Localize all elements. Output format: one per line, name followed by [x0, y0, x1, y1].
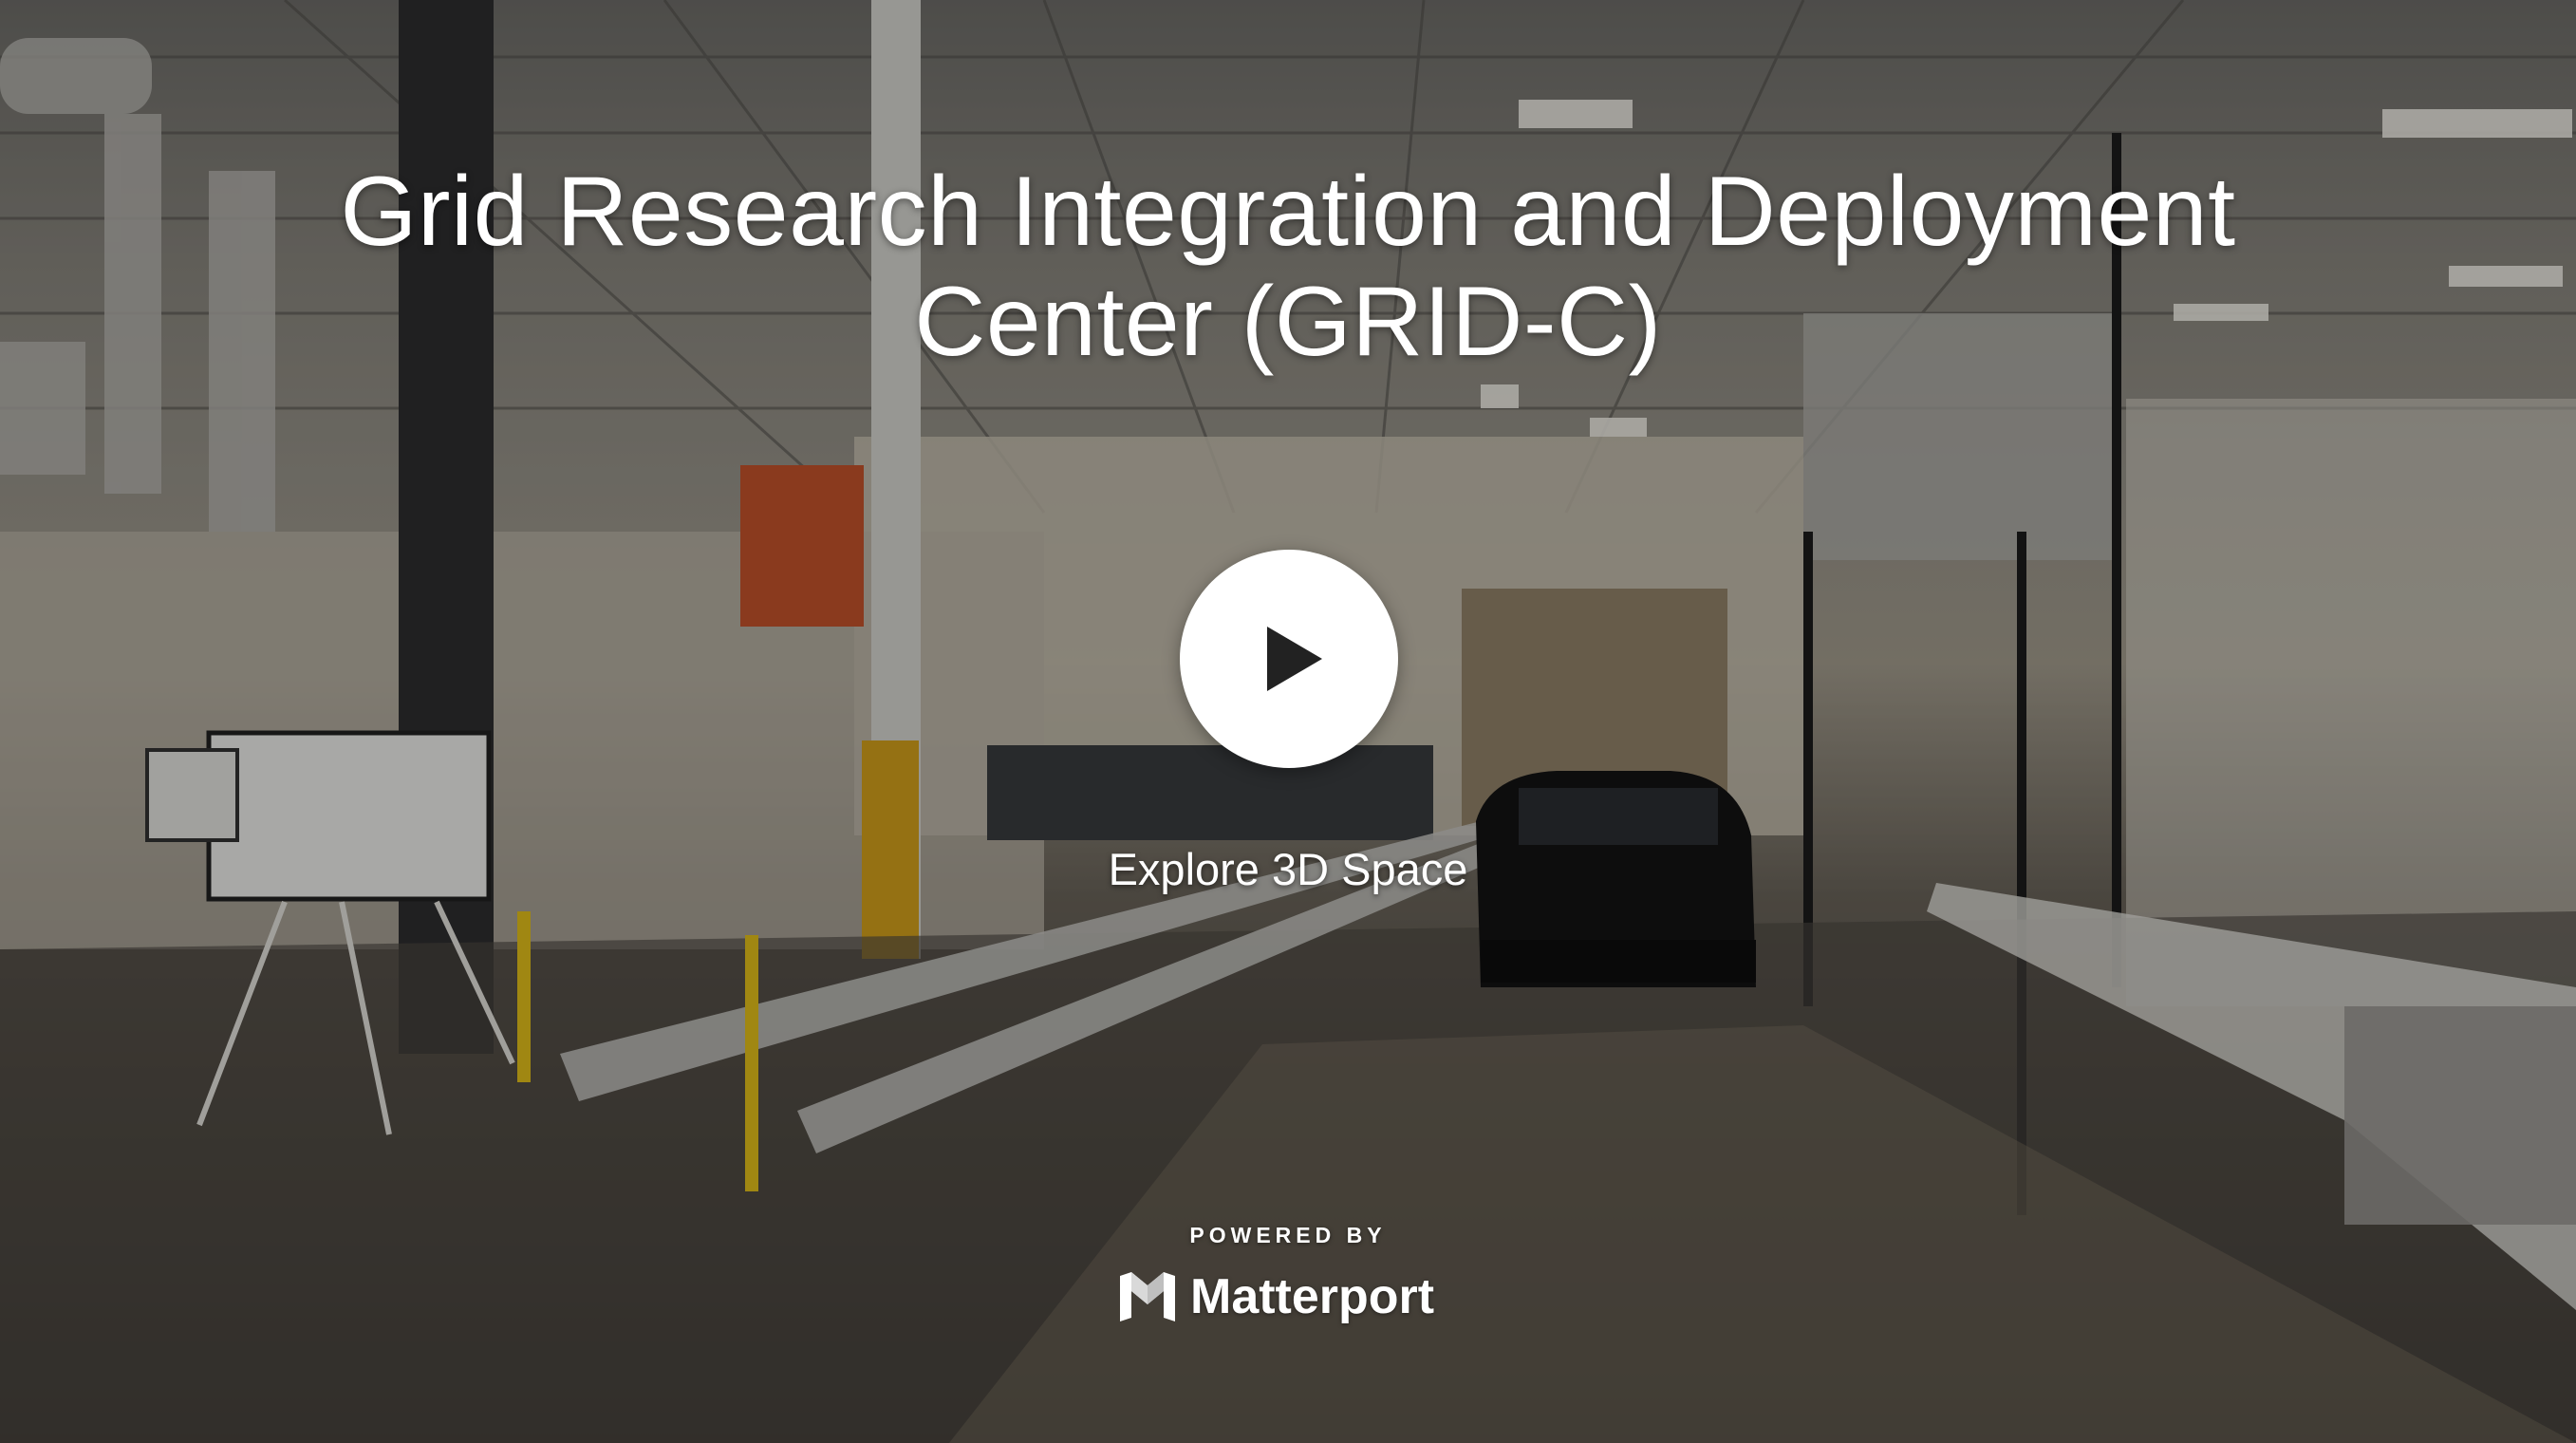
play-button[interactable]: [1180, 550, 1398, 768]
play-icon: [1267, 627, 1322, 691]
powered-by-label: POWERED BY: [1189, 1223, 1387, 1247]
tour-viewer[interactable]: Grid Research Integration and Deployment…: [0, 0, 2576, 1443]
matterport-brand-link[interactable]: Matterport: [1120, 1266, 1434, 1327]
tour-title: Grid Research Integration and Deployment…: [340, 157, 2236, 377]
explore-3d-space-label[interactable]: Explore 3D Space: [1003, 843, 1573, 896]
matterport-logo-icon: [1120, 1272, 1175, 1321]
matterport-wordmark: Matterport: [1190, 1269, 1435, 1324]
